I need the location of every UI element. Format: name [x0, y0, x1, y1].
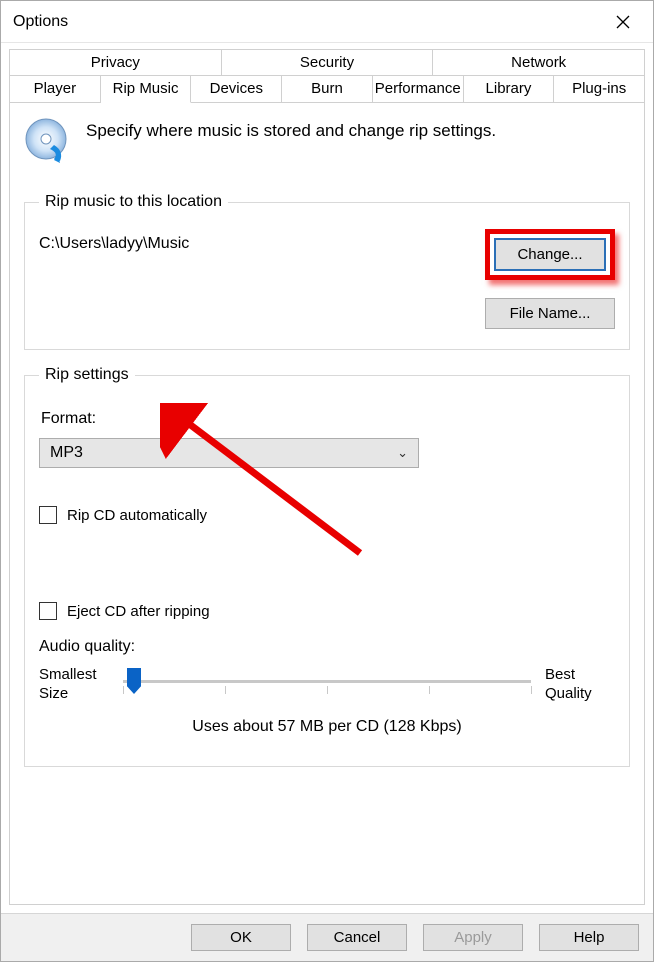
cd-rip-icon — [24, 117, 72, 165]
eject-label: Eject CD after ripping — [67, 603, 210, 620]
intro-text: Specify where music is stored and change… — [86, 117, 496, 141]
intro-row: Specify where music is stored and change… — [24, 117, 630, 165]
tab-player[interactable]: Player — [9, 75, 101, 103]
tab-devices[interactable]: Devices — [191, 75, 282, 103]
chevron-down-icon: ⌄ — [397, 445, 408, 461]
quality-slider[interactable] — [123, 666, 531, 702]
window-title: Options — [13, 13, 601, 31]
eject-checkbox[interactable] — [39, 602, 57, 620]
format-select[interactable]: MP3 ⌄ — [39, 438, 419, 468]
tab-rip-music[interactable]: Rip Music — [101, 75, 192, 103]
apply-button[interactable]: Apply — [423, 924, 523, 951]
rip-settings-legend: Rip settings — [39, 366, 135, 384]
format-label: Format: — [41, 410, 615, 428]
tab-burn[interactable]: Burn — [282, 75, 373, 103]
help-button[interactable]: Help — [539, 924, 639, 951]
titlebar: Options — [1, 1, 653, 43]
rip-auto-label: Rip CD automatically — [67, 507, 207, 524]
cancel-button[interactable]: Cancel — [307, 924, 407, 951]
tab-performance[interactable]: Performance — [373, 75, 464, 103]
change-button-highlight: Change... — [485, 229, 615, 280]
tab-plugins[interactable]: Plug-ins — [554, 75, 645, 103]
tabs: Privacy Security Network Player Rip Musi… — [1, 43, 653, 103]
slider-min-label: Smallest Size — [39, 666, 109, 704]
options-dialog: Options Privacy Security Network Player … — [0, 0, 654, 962]
slider-thumb[interactable] — [127, 668, 141, 694]
tab-panel: Specify where music is stored and change… — [9, 102, 645, 905]
rip-auto-checkbox[interactable] — [39, 506, 57, 524]
dialog-footer: OK Cancel Apply Help — [1, 913, 653, 961]
eject-row[interactable]: Eject CD after ripping — [39, 602, 615, 620]
close-icon[interactable] — [601, 6, 645, 38]
tab-privacy[interactable]: Privacy — [9, 49, 222, 76]
tab-security[interactable]: Security — [222, 49, 434, 76]
file-name-button[interactable]: File Name... — [485, 298, 615, 329]
rip-location-group: Rip music to this location C:\Users\lady… — [24, 193, 630, 350]
rip-location-legend: Rip music to this location — [39, 193, 228, 211]
annotation-arrow — [160, 403, 380, 573]
audio-quality-label: Audio quality: — [39, 638, 615, 656]
quality-usage-text: Uses about 57 MB per CD (128 Kbps) — [39, 718, 615, 736]
rip-location-path: C:\Users\ladyy\Music — [39, 229, 469, 329]
rip-auto-row[interactable]: Rip CD automatically — [39, 506, 615, 524]
rip-settings-group: Rip settings Format: MP3 ⌄ Rip CD automa… — [24, 366, 630, 767]
tab-library[interactable]: Library — [464, 75, 555, 103]
ok-button[interactable]: OK — [191, 924, 291, 951]
tab-network[interactable]: Network — [433, 49, 645, 76]
slider-max-label: Best Quality — [545, 666, 615, 704]
format-value: MP3 — [50, 444, 83, 462]
change-button[interactable]: Change... — [494, 238, 606, 271]
